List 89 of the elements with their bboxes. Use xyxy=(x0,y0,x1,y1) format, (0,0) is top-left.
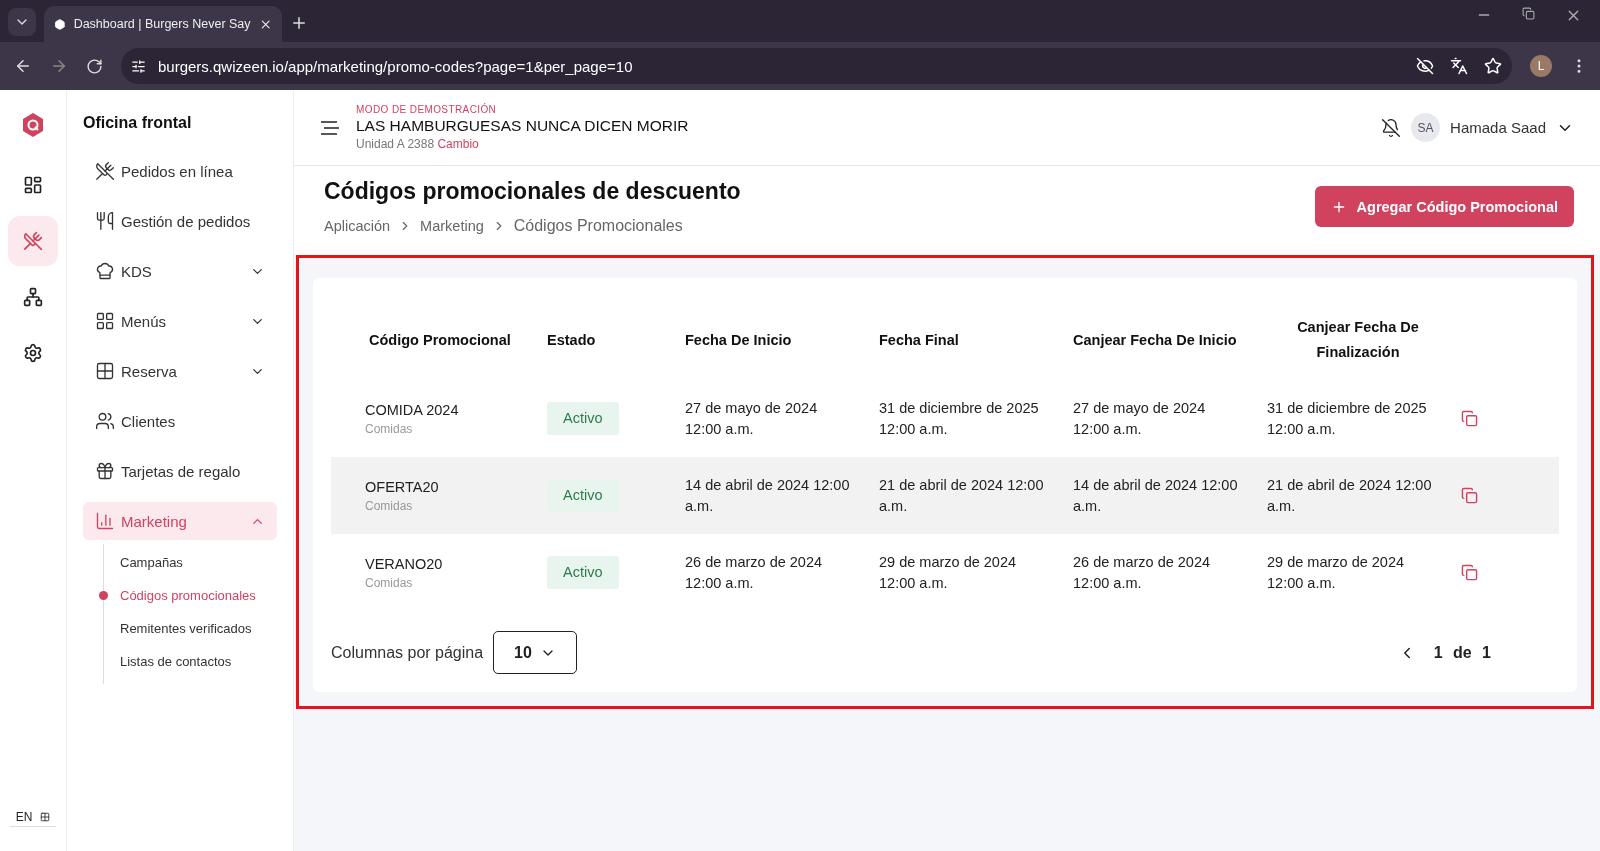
add-promo-code-button[interactable]: Agregar Código Promocional xyxy=(1314,186,1574,227)
date-cell-text: 26 de marzo de 2024 12:00 a.m. xyxy=(685,552,824,593)
user-avatar[interactable]: SA xyxy=(1411,113,1441,142)
date-cell-text: 31 de diciembre de 2025 12:00 a.m. xyxy=(879,398,1040,439)
fork-knife-icon xyxy=(95,211,115,231)
copy-icon[interactable] xyxy=(1461,564,1478,581)
dashboard-icon xyxy=(23,175,43,195)
column-header: Canjear Fecha De Inicio xyxy=(1073,330,1237,350)
date-cell-text: 14 de abril de 2024 12:00 a.m. xyxy=(685,475,850,516)
reload-icon[interactable] xyxy=(86,57,103,75)
sidebar-title: Oficina frontal xyxy=(83,114,193,132)
date-cell-text: 29 de marzo de 2024 12:00 a.m. xyxy=(1267,552,1406,593)
unit-label: Unidad A 2388 Cambio xyxy=(356,137,480,151)
gift-icon xyxy=(95,461,115,481)
restaurant-name: LAS HAMBURGUESAS NUNCA DICEN MORIR xyxy=(356,117,689,135)
category-label: Comidas xyxy=(365,575,414,591)
table-grid-icon xyxy=(95,361,115,381)
date-cell-text: 27 de mayo de 2024 12:00 a.m. xyxy=(1073,398,1207,439)
chef-hat-icon xyxy=(95,261,115,281)
promo-code: COMIDA 2024 xyxy=(365,401,460,420)
star-icon[interactable] xyxy=(1484,57,1502,75)
sidebar-item[interactable]: Pedidos en línea xyxy=(83,152,277,190)
sidebar-item[interactable]: Clientes xyxy=(83,402,277,440)
bullet-icon xyxy=(99,591,108,600)
sidebar-subitem[interactable]: Listas de contactos xyxy=(104,645,232,678)
breadcrumb[interactable]: Marketing xyxy=(420,218,484,234)
notification-off-icon[interactable] xyxy=(1381,117,1402,138)
rows-per-page-label: Columnas por página xyxy=(331,643,484,662)
date-cell-text: 21 de abril de 2024 12:00 a.m. xyxy=(1267,475,1432,516)
change-link[interactable]: Cambio xyxy=(437,137,479,151)
date-cell-text: 21 de abril de 2024 12:00 a.m. xyxy=(879,475,1044,516)
sidebar-subitem[interactable]: Códigos promocionales xyxy=(104,579,256,612)
date-cell-text: 31 de diciembre de 2025 12:00 a.m. xyxy=(1267,398,1428,439)
demo-mode-label: MODO DE DEMOSTRACIÓN xyxy=(356,104,498,115)
breadcrumb: Códigos Promocionales xyxy=(513,217,683,235)
bar-chart-icon xyxy=(95,511,115,531)
site-settings-icon[interactable] xyxy=(131,58,146,74)
sidebar-item[interactable]: Menús xyxy=(83,302,277,340)
utensils-icon xyxy=(23,231,43,251)
page-title: Códigos promocionales de descuento xyxy=(324,178,742,205)
status-badge: Activo xyxy=(547,479,619,512)
network-icon xyxy=(23,287,43,307)
date-cell-text: 27 de mayo de 2024 12:00 a.m. xyxy=(685,398,819,439)
column-header: Estado xyxy=(547,330,596,350)
restore-icon[interactable] xyxy=(1522,6,1535,20)
sidebar-item[interactable]: Reserva xyxy=(83,352,277,390)
sidebar-subitem[interactable]: Remitentes verificados xyxy=(104,612,252,645)
language-label[interactable]: EN xyxy=(15,810,33,824)
forward-icon[interactable] xyxy=(50,57,68,75)
utensils-icon xyxy=(95,161,115,181)
column-header: Canjear Fecha De Finalización xyxy=(1296,318,1420,362)
sidebar-item[interactable]: Gestión de pedidos xyxy=(83,202,277,240)
column-header: Fecha De Inicio xyxy=(685,330,792,350)
sidebar-item[interactable]: Tarjetas de regalo xyxy=(83,452,277,490)
sidebar-subitem[interactable]: Campañas xyxy=(104,546,183,579)
rows-per-page-select[interactable]: 10 xyxy=(493,631,577,674)
copy-icon[interactable] xyxy=(1461,410,1478,427)
users-icon xyxy=(95,411,115,431)
eye-off-icon[interactable] xyxy=(1416,57,1434,75)
date-cell-text: 29 de marzo de 2024 12:00 a.m. xyxy=(879,552,1018,593)
new-tab-icon[interactable] xyxy=(290,14,308,32)
column-header: Fecha Final xyxy=(879,330,959,350)
profile-avatar[interactable]: L xyxy=(1530,55,1552,77)
status-badge: Activo xyxy=(547,402,619,435)
grid-icon xyxy=(95,311,115,331)
breadcrumb[interactable]: Aplicación xyxy=(324,218,391,234)
back-icon[interactable] xyxy=(14,57,32,75)
address-bar[interactable]: burgers.qwizeen.io/app/marketing/promo-codes?page=1&per_page=10 xyxy=(121,48,1512,84)
browser-tab[interactable]: Dashboard | Burgers Never Say xyxy=(44,6,282,42)
column-header: Código Promocional xyxy=(369,330,511,350)
category-label: Comidas xyxy=(365,421,414,437)
status-badge: Activo xyxy=(547,556,619,589)
sidebar-item[interactable]: Marketing xyxy=(83,502,277,540)
promo-code: VERANO20 xyxy=(365,555,444,574)
expand-icon[interactable] xyxy=(40,812,51,822)
sidebar-item[interactable]: KDS xyxy=(83,252,277,290)
settings-icon xyxy=(23,343,43,363)
logo-icon xyxy=(21,112,45,138)
user-name[interactable]: Hamada Saad xyxy=(1450,119,1546,136)
page-indicator: 1 de 1 xyxy=(1433,643,1491,662)
category-label: Comidas xyxy=(365,498,414,514)
menu-icon[interactable] xyxy=(320,119,340,136)
translate-icon[interactable] xyxy=(1450,57,1468,75)
date-cell-text: 14 de abril de 2024 12:00 a.m. xyxy=(1073,475,1238,516)
copy-icon[interactable] xyxy=(1461,487,1478,504)
tab-list-button[interactable] xyxy=(8,8,36,36)
date-cell-text: 26 de marzo de 2024 12:00 a.m. xyxy=(1073,552,1212,593)
promo-code: OFERTA20 xyxy=(365,478,440,497)
site-icon xyxy=(54,17,66,31)
